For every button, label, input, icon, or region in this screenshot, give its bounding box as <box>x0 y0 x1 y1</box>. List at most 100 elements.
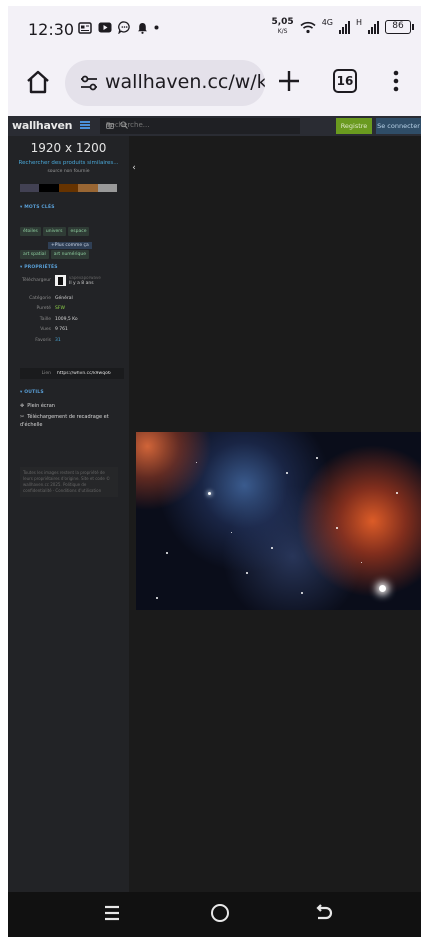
property-row-views: Vues 9 761 <box>20 327 120 335</box>
resolution-heading: 1920 x 1200 <box>30 141 107 155</box>
web-content: wallhaven Recherche... Registre Se conne… <box>8 116 421 892</box>
signal-bars-icon-2 <box>368 20 379 34</box>
network-speed-unit: K/S <box>277 28 288 35</box>
new-tab-icon[interactable] <box>276 68 302 94</box>
legal-notice: Toutes les images restent la propriété d… <box>20 467 118 497</box>
mobile-network-h: H <box>355 18 362 27</box>
palette-swatch[interactable] <box>58 184 79 192</box>
crop-label: Téléchargement de recadrage et d'échelle <box>20 414 109 428</box>
star <box>196 462 197 463</box>
youtube-icon <box>98 22 112 33</box>
camera-icon[interactable] <box>106 122 114 129</box>
property-label: Catégorie <box>29 296 51 301</box>
property-value[interactable]: 31 <box>55 338 61 343</box>
palette-swatch[interactable] <box>39 184 59 192</box>
site-header: wallhaven Recherche... Registre Se conne… <box>8 116 421 136</box>
wifi-icon <box>300 21 316 33</box>
bell-icon <box>138 22 147 34</box>
source-note: source non fournie <box>47 169 90 174</box>
site-settings-icon[interactable] <box>79 73 99 93</box>
chat-bubble-icon <box>118 21 130 34</box>
similar-search-link[interactable]: Rechercher des produits similaires... <box>8 160 129 166</box>
property-value: 1009,5 Ko <box>55 317 78 322</box>
collapse-sidebar-icon[interactable]: ‹ <box>129 161 139 175</box>
tag-item[interactable]: art numérique <box>50 250 90 259</box>
palette-swatch[interactable] <box>97 184 118 192</box>
mobile-network-4g: 4G <box>321 18 333 27</box>
fullscreen-label: Plein écran <box>27 403 55 409</box>
status-bar: 12:30 5,05 K/S 4G H 86 <box>8 6 421 52</box>
hamburger-menu-icon[interactable] <box>80 121 90 129</box>
property-value: Général <box>55 296 73 301</box>
star <box>271 547 273 549</box>
link-label: Lien <box>41 371 51 376</box>
star <box>361 562 362 563</box>
nav-home-icon[interactable] <box>211 904 229 922</box>
star <box>156 597 158 599</box>
crop-icon: ✂ <box>20 414 25 420</box>
tag-item[interactable]: étoiles <box>20 227 41 236</box>
fullscreen-icon: ✥ <box>20 403 25 409</box>
search-input[interactable]: Recherche... <box>100 118 300 134</box>
color-palette <box>20 184 118 192</box>
property-value: 9 761 <box>55 327 68 332</box>
property-row-favorites: Favoris 31 <box>20 338 120 346</box>
property-label: Pureté <box>36 306 51 311</box>
clock: 12:30 <box>28 20 75 39</box>
star <box>208 492 211 495</box>
short-link-field[interactable]: Lien https://whvn.cc/k9wqo6 <box>20 368 124 379</box>
system-navigation-bar <box>8 892 421 937</box>
property-label: Taille <box>39 317 51 322</box>
property-row-size: Taille 1009,5 Ko <box>20 317 120 325</box>
network-speed: 5,05 K/S <box>271 18 293 36</box>
wallpaper-info-sidebar: 1920 x 1200 Rechercher des produits simi… <box>8 136 129 892</box>
fullscreen-tool[interactable]: ✥ Plein écran <box>20 402 120 410</box>
uploader-name[interactable]: vapevaporwave <box>69 275 101 280</box>
url-text: wallhaven.cc/w/k' <box>105 71 265 93</box>
login-button[interactable]: Se connecter <box>376 118 421 134</box>
star <box>246 572 248 574</box>
star <box>286 472 288 474</box>
property-row-purity: Pureté SFW <box>20 306 120 314</box>
address-bar[interactable]: wallhaven.cc/w/k' <box>65 60 265 106</box>
property-label: Favoris <box>35 338 51 343</box>
site-logo[interactable]: wallhaven <box>12 119 72 132</box>
notification-icons <box>78 21 159 34</box>
upload-time: Il y a 8 ans <box>69 281 94 286</box>
tools-section-title[interactable]: ▾ OUTILS <box>20 390 44 395</box>
property-row-category: Catégorie Général <box>20 296 120 304</box>
star <box>166 552 168 554</box>
recent-apps-icon[interactable] <box>104 905 120 921</box>
palette-swatch[interactable] <box>78 184 98 192</box>
link-value[interactable]: https://whvn.cc/k9wqo6 <box>57 371 122 376</box>
star <box>396 492 398 494</box>
avatar[interactable] <box>55 275 66 286</box>
dot-icon <box>154 25 159 30</box>
uploader-label: Téléchargeur <box>22 278 51 283</box>
more-menu-icon[interactable] <box>391 68 401 94</box>
crop-scale-tool[interactable]: ✂ Téléchargement de recadrage et d'échell… <box>20 413 120 429</box>
tag-item[interactable]: espace <box>67 227 90 236</box>
phone-screen: 12:30 5,05 K/S 4G H 86 wallhaven.cc/w/k' <box>8 6 421 937</box>
star <box>301 592 303 594</box>
search-icons <box>106 121 292 131</box>
system-indicators: 5,05 K/S 4G H 86 <box>271 18 414 36</box>
tab-switcher-button[interactable]: 16 <box>333 69 357 93</box>
back-icon[interactable] <box>315 904 333 922</box>
star <box>316 457 318 459</box>
tag-item[interactable]: art spatial <box>20 250 49 259</box>
signal-bars-icon <box>338 20 350 34</box>
property-value: SFW <box>55 306 65 311</box>
palette-swatch[interactable] <box>20 184 40 192</box>
battery-icon: 86 <box>385 20 414 34</box>
home-icon[interactable] <box>24 68 52 96</box>
wallpaper-image[interactable] <box>136 432 421 610</box>
search-icon[interactable] <box>120 121 129 129</box>
properties-section-title[interactable]: ▾ PROPRIÉTÉS <box>20 265 58 270</box>
newspaper-icon <box>78 21 92 34</box>
star <box>336 527 338 529</box>
add-tag-button[interactable]: +Plus comme ça <box>48 242 92 249</box>
tags-section-title[interactable]: ▾ MOTS CLÉS <box>20 205 55 210</box>
tag-item[interactable]: univers <box>42 227 66 236</box>
register-button[interactable]: Registre <box>336 118 372 134</box>
